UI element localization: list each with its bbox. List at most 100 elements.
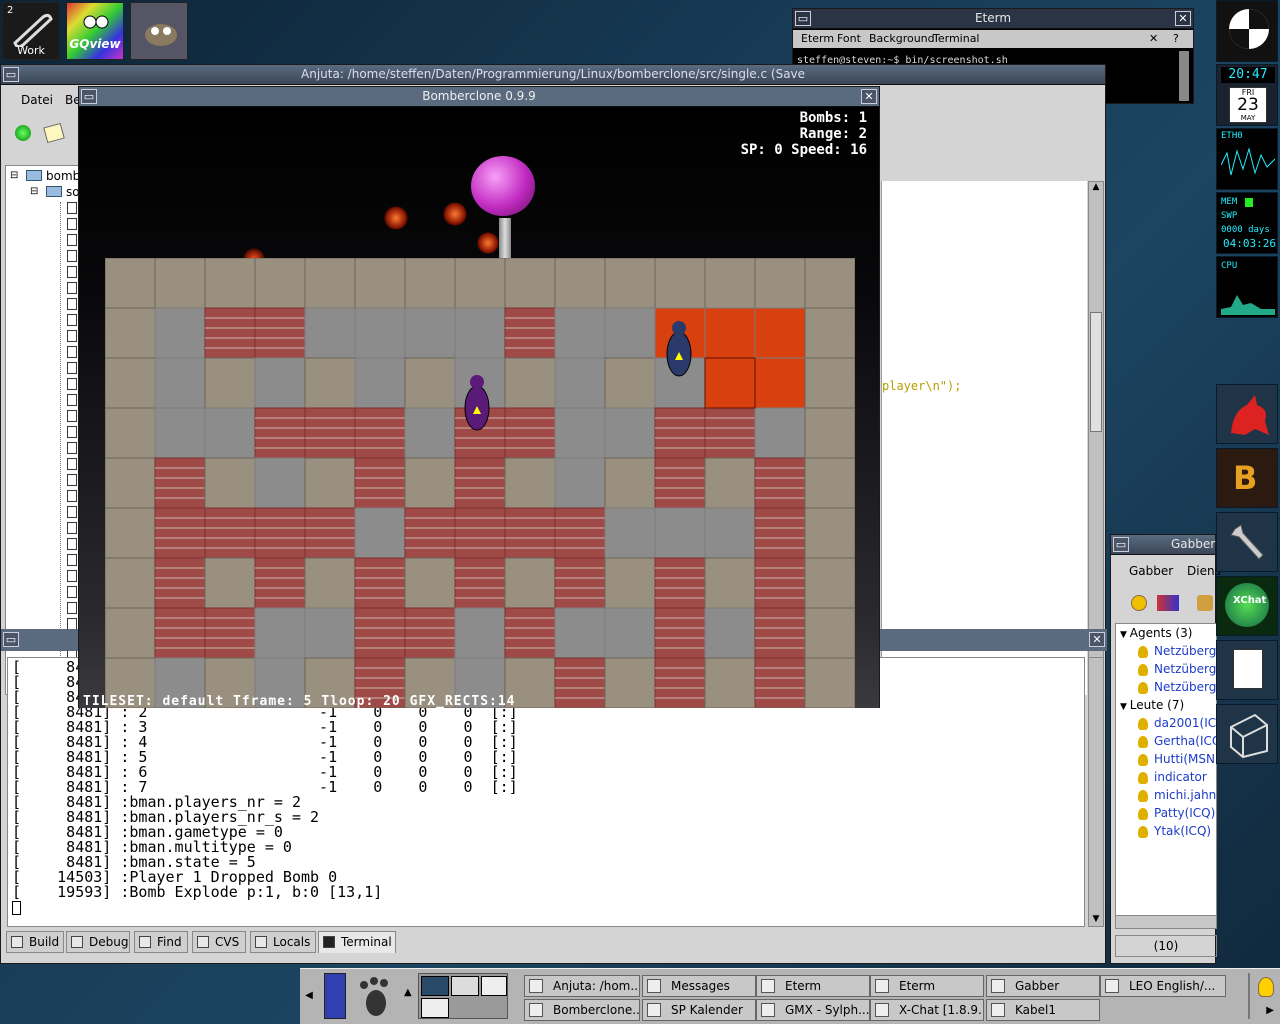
bomberclone-dock-icon[interactable]: B — [1216, 448, 1278, 508]
bomberclone-close-button[interactable]: ✕ — [861, 89, 877, 104]
tab-cvs[interactable]: CVS — [192, 931, 246, 953]
file-icon[interactable] — [67, 282, 77, 294]
bomberclone-menu-button[interactable]: ▭ — [81, 89, 97, 104]
game-board[interactable] — [105, 258, 855, 708]
open-icon[interactable] — [43, 122, 65, 144]
roster-contact[interactable]: Netzüberga — [1138, 644, 1216, 658]
new-icon[interactable] — [15, 125, 31, 141]
roster-group[interactable]: ▼ Leute (7) — [1120, 698, 1184, 712]
tab-debug[interactable]: Debug — [66, 931, 130, 953]
eterm-menu-terminal[interactable]: Terminal — [933, 30, 980, 48]
project-tree[interactable]: ⊟ bombe ⊟ so — [5, 165, 81, 695]
tools-dock-icon[interactable] — [1216, 512, 1278, 572]
group-icon[interactable] — [1197, 595, 1213, 611]
eterm-titlebar[interactable]: Eterm — [793, 9, 1193, 29]
lightbulb-icon[interactable] — [1258, 977, 1274, 997]
gimp-launcher[interactable] — [130, 2, 188, 60]
roster-contact[interactable]: indicator — [1138, 770, 1207, 784]
xchat-dock-icon[interactable]: XChat — [1216, 576, 1278, 636]
file-icon[interactable] — [67, 218, 77, 230]
file-icon[interactable] — [67, 554, 77, 566]
roster-contact[interactable]: Patty(ICQ) — [1138, 806, 1215, 820]
taskbar-button[interactable]: Bomberclone... — [524, 999, 640, 1021]
tab-find[interactable]: Find — [134, 931, 188, 953]
file-icon[interactable] — [67, 474, 77, 486]
roster-contact[interactable]: michi.jahn(MSN) — [1138, 788, 1216, 802]
roster-contact[interactable]: Netzüberga — [1138, 680, 1216, 694]
taskbar-button[interactable]: Messages — [642, 975, 756, 997]
taskbar-button[interactable]: Kabel1 — [986, 999, 1100, 1021]
file-icon[interactable] — [67, 202, 77, 214]
file-icon[interactable] — [67, 362, 77, 374]
eterm-menu-background[interactable]: Background — [869, 30, 935, 48]
file-icon[interactable] — [67, 506, 77, 518]
tab-terminal[interactable]: Terminal — [318, 931, 396, 953]
gabber-window[interactable]: Gabber ▭ Gabber Diens ▼ Agents (3) Netzüb… — [1110, 534, 1221, 964]
file-icon[interactable] — [67, 394, 77, 406]
gnome-dragon-icon[interactable] — [1216, 384, 1278, 444]
pager-desk-4[interactable] — [421, 998, 449, 1018]
taskbar-left-arrow-icon[interactable]: ◀ — [302, 981, 316, 1011]
bomberclone-window[interactable]: Bomberclone 0.9.9 ▭ ✕ Bombs: 1 Range: 2 … — [78, 86, 880, 709]
pager-desk-3[interactable] — [481, 976, 507, 996]
smiley-icon[interactable] — [1131, 595, 1147, 611]
tab-locals[interactable]: Locals — [250, 931, 316, 953]
file-icon[interactable] — [67, 522, 77, 534]
file-icon[interactable] — [67, 490, 77, 502]
taskbar-button[interactable]: Eterm — [756, 975, 870, 997]
eterm-menu-font[interactable]: Font — [837, 30, 861, 48]
tree-expander-icon[interactable]: ⊟ — [30, 186, 38, 197]
binary-doc-dock-icon[interactable] — [1216, 640, 1278, 700]
file-icon[interactable] — [67, 458, 77, 470]
eterm-menu-button[interactable]: ▭ — [795, 11, 811, 26]
bomberclone-titlebar[interactable]: Bomberclone 0.9.9 — [79, 87, 879, 107]
file-icon[interactable] — [67, 426, 77, 438]
editor-scrollbar[interactable]: ▲ — [1088, 181, 1104, 695]
tree-expander-icon[interactable]: ⊟ — [10, 170, 18, 181]
eterm-close-button[interactable]: ✕ — [1175, 11, 1191, 26]
file-icon[interactable] — [67, 570, 77, 582]
messages-close-button[interactable]: ✕ — [1089, 632, 1105, 647]
group-expander-icon[interactable]: ▼ — [1120, 702, 1130, 712]
file-icon[interactable] — [67, 266, 77, 278]
file-icon[interactable] — [67, 410, 77, 422]
gabber-menu-gabber[interactable]: Gabber — [1129, 559, 1173, 583]
gqview-launcher[interactable]: GQview — [66, 2, 124, 60]
battery-applet-icon[interactable] — [324, 973, 346, 1019]
messages-menu-button[interactable]: ▭ — [3, 632, 19, 647]
cube-dock-icon[interactable] — [1216, 704, 1278, 764]
file-icon[interactable] — [67, 346, 77, 358]
scroll-up-icon[interactable]: ▲ — [1090, 182, 1102, 194]
group-expander-icon[interactable]: ▼ — [1120, 630, 1130, 640]
editor-area[interactable]: player\n"); — [881, 181, 1087, 695]
pager-desk-1[interactable] — [421, 976, 449, 996]
file-icon[interactable] — [67, 250, 77, 262]
taskbar-button[interactable]: Gabber — [986, 975, 1100, 997]
scroll-thumb[interactable] — [1090, 312, 1102, 432]
transfer-icon[interactable] — [1157, 595, 1179, 611]
file-icon[interactable] — [67, 298, 77, 310]
file-icon[interactable] — [67, 234, 77, 246]
eterm-scrollbar[interactable] — [1179, 51, 1189, 101]
file-icon[interactable] — [67, 538, 77, 550]
file-icon[interactable] — [67, 586, 77, 598]
roster-contact[interactable]: Hutti(MSN) — [1138, 752, 1216, 766]
roster-contact[interactable]: Gertha(ICQ — [1138, 734, 1216, 748]
taskbar-right-arrow-icon[interactable]: ▶ — [1266, 1005, 1274, 1016]
taskbar-button[interactable]: SP Kalender — [642, 999, 756, 1021]
gabber-menu-button[interactable]: ▭ — [1113, 537, 1129, 552]
roster-contact[interactable]: Ytak(ICQ) — [1138, 824, 1211, 838]
taskbar-button[interactable]: Eterm — [870, 975, 984, 997]
wmaker-dock-icon[interactable] — [1216, 0, 1278, 62]
file-icon[interactable] — [67, 378, 77, 390]
pager-desk-2[interactable] — [451, 976, 479, 996]
roster-group[interactable]: ▼ Agents (3) — [1120, 626, 1192, 640]
file-icon[interactable] — [67, 330, 77, 342]
roster-contact[interactable]: da2001(ICQ — [1138, 716, 1216, 730]
anjuta-menu-button[interactable]: ▭ — [3, 67, 19, 82]
eterm-menubar-close-icon[interactable]: ✕ — [1149, 30, 1158, 48]
scroll-down-icon[interactable]: ▼ — [1090, 914, 1102, 926]
file-icon[interactable] — [67, 602, 77, 614]
desktop-pager[interactable] — [418, 973, 508, 1019]
taskbar-button[interactable]: X-Chat [1.8.9... — [870, 999, 984, 1021]
